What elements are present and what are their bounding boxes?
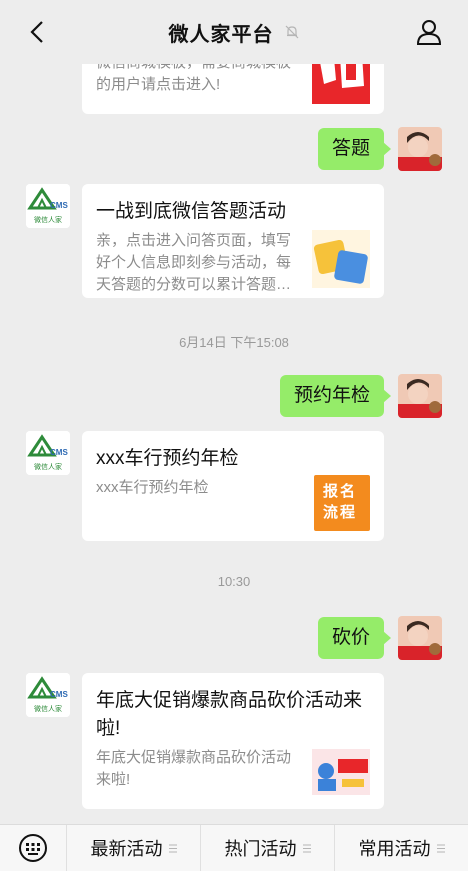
article-card-desc: 年底大促销爆款商品砍价活动来啦! bbox=[96, 749, 292, 788]
bottom-menu-bar: 最新活动 热门活动 常用活动 bbox=[0, 824, 468, 871]
user-message-bubble[interactable]: 答题 bbox=[317, 128, 392, 170]
user-avatar-icon bbox=[398, 616, 442, 660]
keyboard-icon bbox=[19, 834, 47, 862]
cms-logo-icon: CMS 微信人家 bbox=[26, 673, 70, 717]
back-arrow-icon[interactable] bbox=[26, 18, 50, 46]
mute-bell-icon bbox=[285, 25, 298, 39]
message-timestamp: 10:30 bbox=[217, 574, 251, 589]
svg-text:微信人家: 微信人家 bbox=[34, 704, 62, 713]
quiz-thumbnail-bg bbox=[312, 230, 370, 288]
official-account-logo[interactable]: CMS 微信人家 bbox=[26, 184, 70, 228]
keyboard-toggle-button[interactable] bbox=[0, 825, 66, 871]
article-card-quiz[interactable]: 一战到底微信答题活动 亲，点击进入问答页面，填写好个人信息即刻参与活动，每天答题… bbox=[82, 184, 384, 298]
user-message-bubble[interactable]: 砍价 bbox=[317, 617, 392, 659]
cms-logo-icon: CMS 微信人家 bbox=[26, 184, 70, 228]
menu-item-label: 常用活动 bbox=[358, 839, 431, 859]
bargain-thumbnail bbox=[312, 749, 370, 795]
svg-text:CMS: CMS bbox=[50, 201, 68, 210]
menu-common-activities[interactable]: 常用活动 bbox=[334, 825, 468, 871]
svg-text:CMS: CMS bbox=[50, 448, 68, 457]
chat-area: 微信商城模板，需要商城模板的用户请点击进入! 答题 CMS 微信人家 一战到 bbox=[0, 0, 468, 824]
message-timestamp: 6月14日 下午15:08 bbox=[179, 335, 289, 350]
article-card-title: xxx车行预约年检 bbox=[96, 448, 239, 469]
article-card-desc: xxx车行预约年检 bbox=[96, 479, 209, 496]
user-avatar-icon bbox=[398, 127, 442, 171]
top-bar: 微人家平台 bbox=[0, 0, 468, 64]
svg-text:微信人家: 微信人家 bbox=[34, 215, 62, 224]
user-avatar[interactable] bbox=[398, 127, 442, 171]
submenu-lines-icon bbox=[302, 844, 311, 852]
user-avatar-icon bbox=[398, 374, 442, 418]
submenu-lines-icon bbox=[168, 844, 177, 852]
user-avatar[interactable] bbox=[398, 374, 442, 418]
svg-text:CMS: CMS bbox=[50, 690, 68, 699]
article-card-title: 一战到底微信答题活动 bbox=[96, 201, 287, 222]
article-card-title: 年底大促销爆款商品砍价活动来啦! bbox=[96, 690, 363, 739]
signup-flow-thumbnail: 报名流程 bbox=[314, 475, 370, 531]
article-card-inspection[interactable]: xxx车行预约年检 xxx车行预约年检 报名流程 bbox=[82, 431, 384, 541]
submenu-lines-icon bbox=[436, 844, 445, 852]
svg-text:微信人家: 微信人家 bbox=[34, 462, 62, 471]
page-title: 微人家平台 bbox=[168, 23, 274, 46]
menu-item-label: 热门活动 bbox=[224, 839, 297, 859]
article-card-desc: 亲，点击进入问答页面，填写好个人信息即刻参与活动，每天答题的分数可以累计答题… bbox=[96, 232, 292, 293]
profile-icon[interactable] bbox=[416, 18, 442, 46]
cms-logo-icon: CMS 微信人家 bbox=[26, 431, 70, 475]
menu-latest-activities[interactable]: 最新活动 bbox=[66, 825, 200, 871]
user-avatar[interactable] bbox=[398, 616, 442, 660]
signup-flow-thumbnail-label: 报名流程 bbox=[322, 482, 357, 521]
user-message-bubble[interactable]: 预约年检 bbox=[279, 375, 392, 417]
article-card-bargain[interactable]: 年底大促销爆款商品砍价活动来啦! 年底大促销爆款商品砍价活动来啦! bbox=[82, 673, 384, 809]
menu-hot-activities[interactable]: 热门活动 bbox=[200, 825, 334, 871]
official-account-logo[interactable]: CMS 微信人家 bbox=[26, 431, 70, 475]
menu-item-label: 最新活动 bbox=[90, 839, 163, 859]
official-account-logo[interactable]: CMS 微信人家 bbox=[26, 673, 70, 717]
quiz-thumbnail bbox=[312, 230, 370, 288]
